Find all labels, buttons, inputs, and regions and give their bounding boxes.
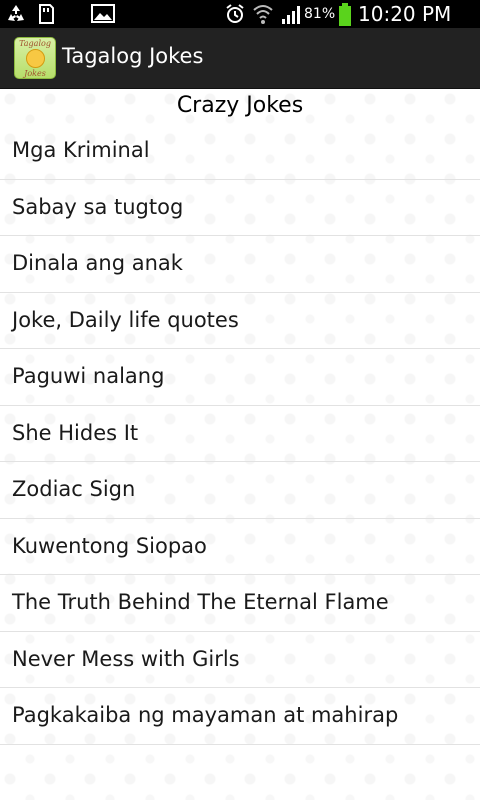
wifi-icon	[252, 2, 274, 30]
app-logo-label-bottom: Jokes	[24, 69, 46, 78]
joke-list-item[interactable]: Dinala ang anak	[0, 236, 480, 293]
recycle-icon	[4, 2, 28, 30]
joke-title: Dinala ang anak	[12, 251, 183, 275]
app-logo-icon[interactable]: Tagalog Jokes	[14, 37, 56, 79]
joke-title: She Hides It	[12, 420, 139, 445]
battery-percent: 81%	[304, 6, 336, 22]
joke-list-item[interactable]: Kuwentong Siopao	[0, 519, 480, 575]
joke-title: Sabay sa tugtog	[12, 194, 184, 219]
joke-title: Mga Kriminal	[12, 138, 150, 162]
joke-list-item[interactable]: Pagkakaiba ng mayaman at mahirap	[0, 688, 480, 745]
joke-list-item[interactable]: Sabay sa tugtog	[0, 180, 480, 236]
joke-title: Pagkakaiba ng mayaman at mahirap	[12, 703, 399, 727]
battery-icon	[338, 3, 352, 31]
status-right-icons: 81% 10:20 PM	[224, 0, 474, 28]
joke-list-item[interactable]: The Truth Behind The Eternal Flame	[0, 575, 480, 632]
app-title: Tagalog Jokes	[62, 44, 204, 68]
joke-title: The Truth Behind The Eternal Flame	[12, 590, 389, 614]
joke-list-item[interactable]: Paguwi nalang	[0, 349, 480, 406]
clock: 10:20 PM	[358, 2, 452, 26]
joke-title: Paguwi nalang	[12, 364, 165, 388]
joke-title: Zodiac Sign	[12, 477, 136, 501]
joke-list-item[interactable]: Never Mess with Girls	[0, 632, 480, 688]
alarm-icon	[224, 2, 246, 30]
joke-list-item[interactable]: She Hides It	[0, 406, 480, 462]
joke-title: Never Mess with Girls	[12, 646, 240, 671]
app-logo-label-top: Tagalog	[19, 39, 51, 48]
signal-icon	[280, 3, 304, 29]
joke-list-item[interactable]: Joke, Daily life quotes	[0, 293, 480, 349]
category-title: Crazy Jokes	[176, 93, 304, 118]
joke-list-item[interactable]: Mga Kriminal	[0, 123, 480, 180]
smiley-icon	[26, 49, 45, 68]
sd-card-icon	[36, 2, 56, 30]
joke-list-item[interactable]: Zodiac Sign	[0, 462, 480, 519]
image-icon	[90, 2, 116, 30]
joke-title: Kuwentong Siopao	[12, 533, 207, 558]
joke-list-screen: Crazy Jokes Mga Kriminal Sabay sa tugtog…	[0, 89, 480, 800]
status-bar: 81% 10:20 PM	[0, 0, 480, 28]
joke-list: Mga Kriminal Sabay sa tugtog Dinala ang …	[0, 123, 480, 745]
action-bar: Tagalog Jokes Tagalog Jokes	[0, 28, 480, 89]
joke-title: Joke, Daily life quotes	[12, 307, 239, 332]
